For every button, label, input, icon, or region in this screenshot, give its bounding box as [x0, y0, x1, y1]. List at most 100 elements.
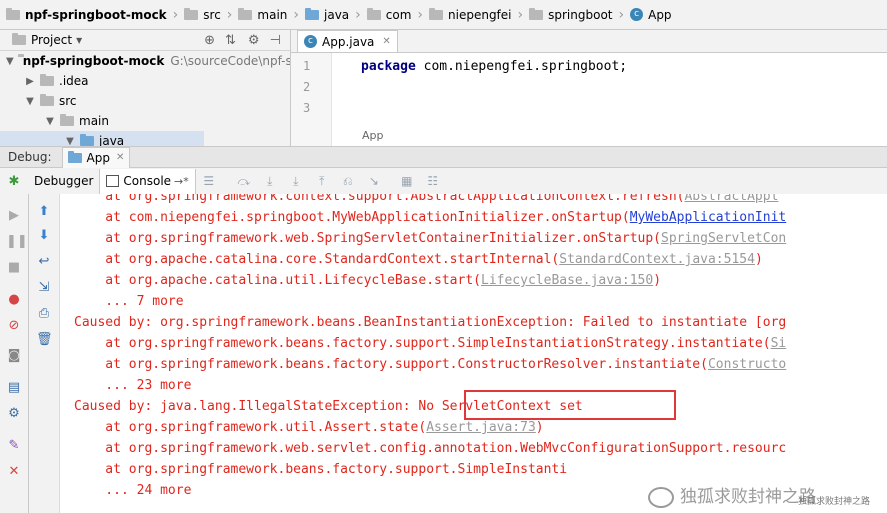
console-line: at com.niepengfei.springboot.MyWebApplic… [74, 210, 787, 225]
console-line: at org.springframework.web.servlet.confi… [74, 441, 787, 456]
folder-icon [40, 74, 54, 86]
breadcrumb-main[interactable]: main [234, 7, 291, 22]
step-into-icon[interactable]: ⤓ [262, 174, 278, 188]
tree-item-java[interactable]: ▼ java [0, 131, 204, 146]
breadcrumb-com[interactable]: com [363, 7, 416, 22]
collapse-arrow-icon[interactable]: ▶ [24, 76, 36, 87]
breadcrumb-src[interactable]: src [180, 7, 225, 22]
show-execution-point-icon[interactable]: ☰ [201, 174, 217, 188]
trace-icon[interactable]: ☷ [425, 174, 441, 188]
source-link[interactable]: AbstractAppl [684, 194, 778, 204]
layout-icon[interactable]: ▤ [6, 380, 22, 396]
console-line: Caused by: org.springframework.beans.Bea… [74, 315, 787, 330]
step-out-icon[interactable]: ⤒ [314, 174, 330, 188]
sync-icon[interactable]: ⊕ [204, 33, 215, 48]
line-number: 3 [303, 101, 311, 115]
console-line: ... 24 more [74, 483, 192, 498]
expand-arrow-icon[interactable]: ▼ [6, 56, 14, 67]
print-icon[interactable]: ⎙ [36, 306, 52, 322]
tree-item-idea[interactable]: ▶ .idea [0, 71, 290, 91]
code-line[interactable]: package com.niepengfei.springboot; [361, 59, 627, 74]
folder-icon [6, 7, 20, 20]
breadcrumb-niepengfei[interactable]: niepengfei [425, 7, 516, 22]
close-icon[interactable]: ✕ [6, 464, 22, 480]
console-line: ... 23 more [74, 378, 192, 393]
tab-console-label: Console [123, 174, 172, 188]
tab-console[interactable]: Console →* [100, 168, 196, 194]
source-link[interactable]: Assert.java:73 [426, 420, 536, 435]
camera-icon[interactable]: ◙ [6, 348, 22, 364]
down-arrow-icon[interactable]: ⬇ [36, 228, 52, 244]
resume-icon[interactable]: ▶ [6, 208, 22, 224]
clear-all-icon[interactable]: 🗑 [36, 332, 53, 348]
source-link[interactable]: MyWebApplicationInit [630, 210, 787, 225]
drop-frame-icon[interactable]: ⎌ [340, 174, 356, 188]
view-breakpoints-icon[interactable]: ● [6, 292, 22, 308]
line-gutter: 1 2 3 [291, 53, 332, 146]
step-over-icon[interactable]: ⤼ [236, 174, 252, 188]
debug-session-label: App [86, 150, 110, 165]
breadcrumb-springboot[interactable]: springboot [525, 7, 616, 22]
tree-item-label: java [99, 134, 125, 146]
watermark: 独孤求败封神之路 [648, 482, 816, 508]
project-panel: Project ▾ ⊕ ⇅ ⚙ ⊣ ▼ npf-springboot-mock … [0, 30, 291, 146]
breadcrumb-app[interactable]: c App [626, 8, 675, 22]
expand-arrow-icon[interactable]: ▼ [64, 136, 76, 147]
breadcrumb-label: App [648, 7, 672, 22]
close-icon[interactable]: ✕ [116, 152, 124, 163]
console-line: at org.springframework.context.support.A… [74, 194, 778, 207]
wechat-icon [648, 486, 674, 508]
editor-tab-app-java[interactable]: c App.java ✕ [297, 30, 398, 52]
chevron-right-icon: › [355, 6, 361, 23]
scroll-to-end-icon[interactable]: ⇲ [36, 280, 52, 296]
source-link[interactable]: Constructo [708, 357, 786, 372]
gear-icon[interactable]: ⚙ [248, 33, 260, 48]
mute-breakpoints-icon[interactable]: ⊘ [6, 318, 22, 334]
pin-icon[interactable]: ✎ [6, 438, 22, 454]
watermark-text: 独孤求败封神之路 [680, 487, 816, 507]
editor-breadcrumb-footer[interactable]: App [362, 129, 384, 142]
folder-icon [184, 7, 199, 20]
chevron-right-icon: › [293, 6, 299, 23]
project-view-title[interactable]: Project [31, 33, 72, 47]
chevron-down-icon[interactable]: ▾ [76, 33, 82, 47]
source-link[interactable]: SpringServletCon [661, 231, 786, 246]
collapse-all-icon[interactable]: ⇅ [225, 33, 236, 48]
console-output[interactable]: at org.springframework.context.support.A… [60, 194, 887, 513]
tree-item-src[interactable]: ▼ src [0, 91, 290, 111]
rerun-debug-icon[interactable]: ✱ [6, 174, 22, 190]
tree-item-main[interactable]: ▼ main [0, 111, 290, 131]
tree-item-label: npf-springboot-mock [22, 54, 165, 68]
tree-item-project-root[interactable]: ▼ npf-springboot-mock G:\sourceCode\npf-… [0, 51, 290, 71]
line-number: 1 [303, 59, 311, 73]
tab-debugger[interactable]: Debugger [28, 168, 101, 194]
breadcrumb-java[interactable]: java [301, 7, 353, 22]
run-to-cursor-icon[interactable]: ↘ [366, 174, 382, 188]
breadcrumb-project[interactable]: npf-springboot-mock [2, 7, 171, 22]
console-side-toolbar: ⬆ ⬇ ↩ ⇲ ⎙ 🗑 [29, 194, 60, 513]
project-path: G:\sourceCode\npf-spring [170, 54, 290, 68]
pause-icon[interactable]: ❚❚ [6, 234, 28, 250]
close-icon[interactable]: ✕ [382, 36, 390, 47]
source-folder-icon [305, 7, 319, 20]
expand-arrow-icon[interactable]: ▼ [44, 116, 56, 127]
source-link[interactable]: Si [771, 336, 787, 351]
chevron-right-icon: › [618, 6, 625, 23]
up-arrow-icon[interactable]: ⬆ [36, 204, 52, 220]
project-view-icon [12, 33, 26, 45]
expand-arrow-icon[interactable]: ▼ [24, 96, 36, 107]
gear-icon[interactable]: ⚙ [6, 406, 22, 422]
source-link[interactable]: StandardContext.java:5154 [559, 252, 755, 267]
folder-icon [60, 114, 74, 126]
stop-icon[interactable]: ■ [6, 260, 22, 276]
soft-wrap-icon[interactable]: ↩ [36, 254, 52, 270]
debug-session-tab-app[interactable]: App ✕ [61, 146, 131, 168]
editor-tab-bar: c App.java ✕ [291, 30, 887, 53]
editor-tab-label: App.java [322, 34, 375, 49]
evaluate-expression-icon[interactable]: ▦ [399, 174, 415, 188]
class-icon: c [630, 8, 644, 21]
hide-panel-icon[interactable]: ⊣ [270, 33, 281, 48]
source-link[interactable]: LifecycleBase.java:150 [481, 273, 653, 288]
force-step-into-icon[interactable]: ⤓ [288, 174, 304, 188]
breadcrumb: npf-springboot-mock › src › main › java … [0, 0, 887, 30]
